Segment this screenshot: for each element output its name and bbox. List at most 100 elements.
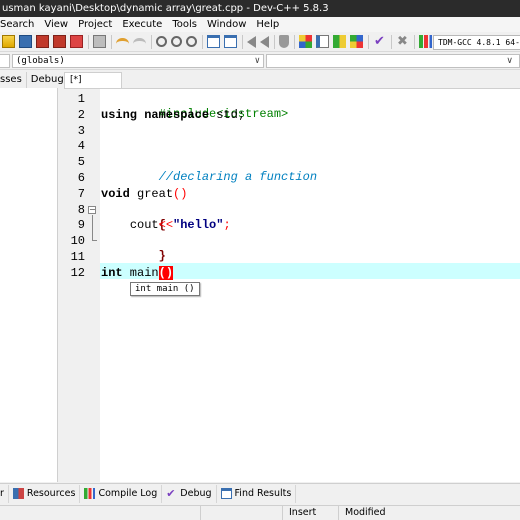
profile-chart-icon[interactable] (419, 35, 432, 48)
tab-compile-log[interactable]: Compile Log (80, 484, 163, 503)
parentheses: () (173, 186, 188, 201)
toolbar-separator (151, 34, 152, 49)
rebuild-all-icon[interactable] (350, 35, 363, 48)
code-line-1: #include<iostream> (101, 92, 289, 121)
check-icon: ✔ (166, 487, 176, 500)
save-icon[interactable] (36, 35, 49, 48)
redo-icon[interactable] (133, 37, 146, 46)
title-bar: usman kayani\Desktop\dynamic array\great… (0, 0, 520, 17)
code-line-8: { (101, 203, 166, 232)
line-number: 1 (77, 92, 85, 106)
fullscreen-icon[interactable] (224, 35, 237, 48)
toolbar-separator (294, 34, 295, 49)
resources-icon (12, 488, 24, 499)
string-literal: "hello" (173, 218, 224, 233)
syntax-check-icon[interactable]: ✔ (373, 35, 386, 48)
bookmark-icon[interactable] (279, 35, 289, 48)
tab-compiler[interactable]: r (0, 484, 9, 503)
close-file-icon[interactable] (70, 35, 83, 48)
line-number: 8 (77, 202, 85, 217)
scope-dropdown[interactable]: (globals) ∨ (12, 54, 264, 68)
find-results-icon (220, 488, 232, 499)
status-modified: Modified (338, 506, 520, 520)
member-dropdown[interactable]: ∨ (266, 54, 520, 68)
semicolon: ; (223, 218, 231, 233)
identifier-cout: cout (129, 218, 159, 233)
toolbar-separator (274, 34, 275, 49)
forward-arrow-icon[interactable] (260, 35, 269, 48)
toolbar-separator (368, 34, 369, 49)
line-number: 4 (77, 139, 85, 154)
find-icon[interactable] (156, 36, 167, 47)
compile-log-icon (84, 488, 96, 499)
menu-window[interactable]: Window (202, 17, 251, 32)
save-all-icon[interactable] (53, 35, 66, 48)
operator-insert: << (158, 218, 174, 233)
compile-icon[interactable] (299, 35, 312, 48)
code-editor[interactable]: 1 2 3 4 5 6 7 8 9 10 11 12 − #include<io… (64, 88, 520, 482)
menu-bar: Search View Project Execute Tools Window… (0, 17, 520, 32)
run-icon[interactable] (316, 35, 329, 48)
line-number: 3 (77, 123, 85, 138)
stop-execution-icon[interactable]: ✖ (396, 35, 409, 48)
menu-tools[interactable]: Tools (167, 17, 202, 32)
code-line-12: int main() (101, 265, 174, 281)
function-name-great: great (129, 186, 174, 201)
chevron-down-icon: ∨ (506, 56, 513, 66)
tab-resources-label: Resources (26, 488, 76, 499)
matched-parentheses: () (158, 265, 174, 280)
class-scope-bar: (globals) ∨ ∨ (0, 52, 520, 70)
compile-run-icon[interactable] (333, 35, 346, 48)
tab-find-results[interactable]: Find Results (217, 484, 297, 503)
status-cell-position (200, 506, 282, 520)
menu-help[interactable]: Help (251, 17, 284, 32)
status-bar: Insert Modified (0, 505, 520, 520)
editor-tab-great-cpp[interactable]: [*] great.cpp (64, 72, 122, 99)
line-number: 12 (70, 265, 85, 280)
fold-guide-line (92, 215, 93, 240)
toolbar-separator (242, 34, 243, 49)
devcpp-window: usman kayani\Desktop\dynamic array\great… (0, 0, 520, 520)
toolbar-separator (111, 34, 112, 49)
fold-collapse-icon[interactable]: − (88, 206, 96, 214)
print-icon[interactable] (93, 35, 106, 48)
tab-resources[interactable]: Resources (9, 484, 81, 503)
tab-compiler-label: r (0, 488, 4, 499)
toolbar-separator (202, 34, 203, 49)
toolbar-separator (391, 34, 392, 49)
undo-icon[interactable] (116, 37, 129, 46)
line-number: 5 (77, 155, 85, 170)
code-line-5: //declaring a function (101, 155, 317, 184)
tab-find-results-label: Find Results (234, 488, 292, 499)
code-line-2: using namespace std; (101, 108, 245, 123)
class-browser-panel (0, 88, 58, 482)
menu-view[interactable]: View (39, 17, 73, 32)
toolbar-separator (414, 34, 415, 49)
back-arrow-icon[interactable] (247, 35, 256, 48)
find-next-icon[interactable] (186, 36, 197, 47)
tab-classes[interactable]: sses (0, 72, 27, 88)
window-list-icon[interactable] (207, 35, 220, 48)
tab-debug[interactable]: Debug (27, 72, 69, 88)
compiler-selector[interactable]: TDM-GCC 4.8.1 64- (433, 35, 520, 50)
menu-project[interactable]: Project (73, 17, 117, 32)
menu-execute[interactable]: Execute (117, 17, 167, 32)
menu-search[interactable]: Search (0, 17, 39, 32)
tab-compile-log-label: Compile Log (98, 488, 158, 499)
fold-guide-end (92, 240, 97, 241)
comment: //declaring a function (158, 170, 318, 185)
code-line-7: void great() (101, 187, 187, 202)
line-number: 11 (70, 250, 85, 264)
keyword-int: int (101, 265, 123, 280)
main-toolbar: ✔ ✖ TDM-GCC 4.8.1 64- (0, 32, 520, 52)
line-number-gutter: 1 2 3 4 5 6 7 8 9 10 11 12 − (64, 89, 100, 482)
line-number: 10 (70, 234, 85, 249)
function-hint-tooltip: int main () (130, 282, 200, 296)
replace-icon[interactable] (171, 36, 182, 47)
open-project-icon[interactable] (19, 35, 32, 48)
close-brace: } (158, 249, 166, 264)
scope-value: (globals) (16, 56, 65, 66)
line-number: 7 (77, 186, 85, 201)
tab-debug-output[interactable]: ✔ Debug (162, 484, 217, 503)
new-file-icon[interactable] (2, 35, 15, 48)
